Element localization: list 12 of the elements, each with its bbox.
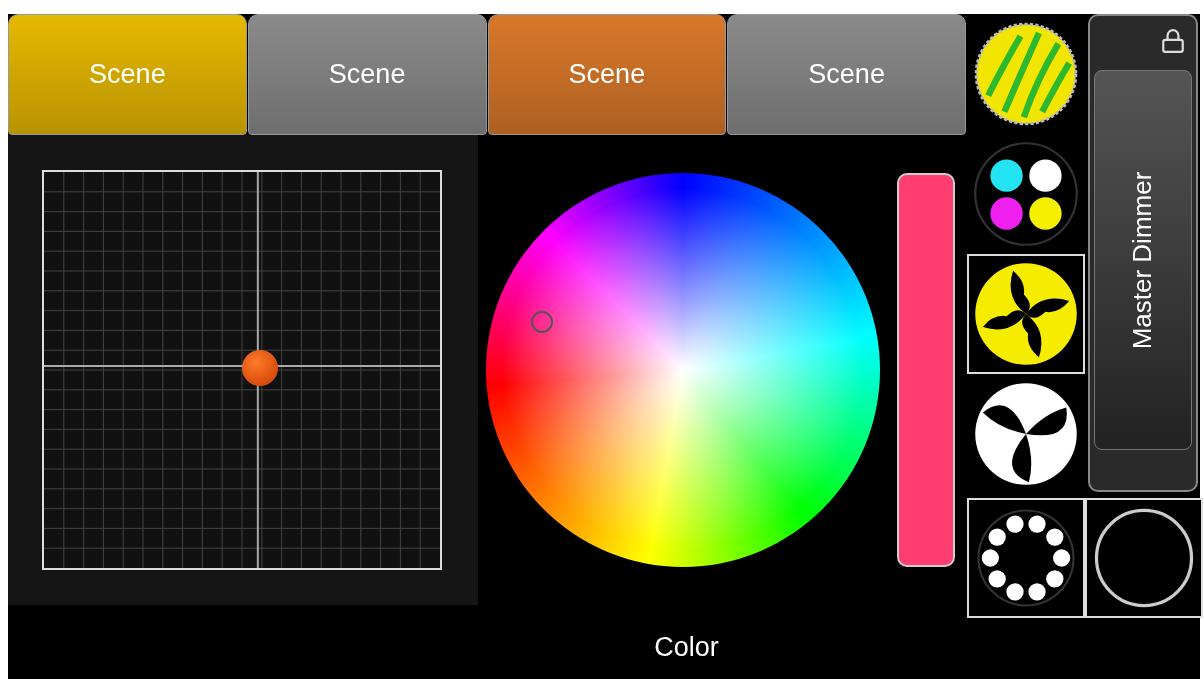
lock-icon[interactable] xyxy=(1160,26,1186,56)
color-picker-handle[interactable] xyxy=(531,311,553,333)
master-dimmer-panel[interactable]: Master Dimmer xyxy=(1088,14,1198,492)
scene-button[interactable]: Scene xyxy=(247,14,487,135)
color-section-label: Color xyxy=(654,631,719,664)
scene-button[interactable]: Scene xyxy=(727,14,966,135)
master-dimmer-label: Master Dimmer xyxy=(1126,171,1159,349)
scene-button[interactable]: Scene xyxy=(8,14,247,135)
four-dots-gobo-icon xyxy=(972,139,1080,249)
master-dimmer-fader[interactable]: Master Dimmer xyxy=(1094,70,1192,450)
position-handle[interactable] xyxy=(242,350,278,386)
scene-button[interactable]: Scene xyxy=(487,14,727,135)
